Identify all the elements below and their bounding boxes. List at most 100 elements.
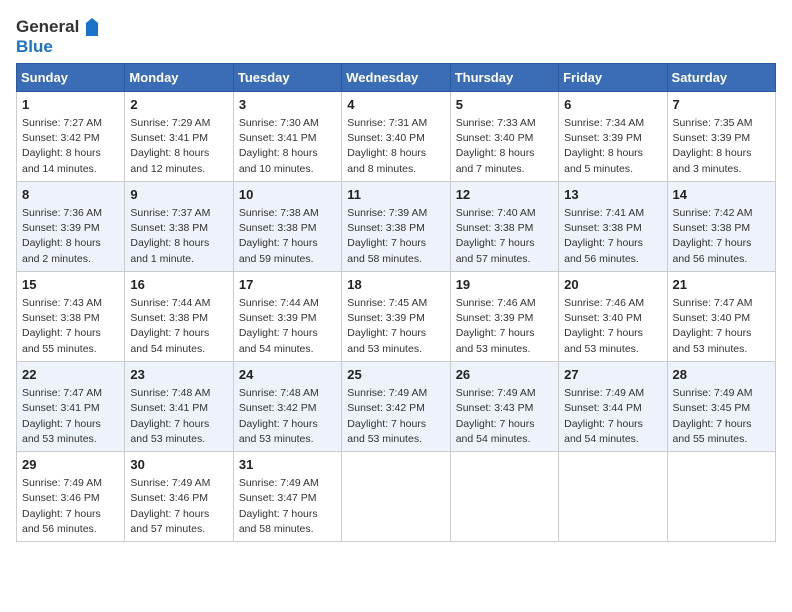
day-info: Sunrise: 7:37 AM Sunset: 3:38 PM Dayligh… <box>130 206 227 267</box>
day-number: 4 <box>347 96 444 114</box>
calendar-day-cell: 24 Sunrise: 7:48 AM Sunset: 3:42 PM Dayl… <box>233 361 341 451</box>
day-info: Sunrise: 7:45 AM Sunset: 3:39 PM Dayligh… <box>347 296 444 357</box>
day-info: Sunrise: 7:46 AM Sunset: 3:39 PM Dayligh… <box>456 296 553 357</box>
day-info: Sunrise: 7:47 AM Sunset: 3:41 PM Dayligh… <box>22 386 119 447</box>
day-info: Sunrise: 7:49 AM Sunset: 3:45 PM Dayligh… <box>673 386 770 447</box>
day-info: Sunrise: 7:49 AM Sunset: 3:46 PM Dayligh… <box>130 476 227 537</box>
day-number: 28 <box>673 366 770 384</box>
calendar-day-cell: 10 Sunrise: 7:38 AM Sunset: 3:38 PM Dayl… <box>233 181 341 271</box>
calendar-day-cell: 18 Sunrise: 7:45 AM Sunset: 3:39 PM Dayl… <box>342 271 450 361</box>
day-info: Sunrise: 7:30 AM Sunset: 3:41 PM Dayligh… <box>239 116 336 177</box>
day-info: Sunrise: 7:43 AM Sunset: 3:38 PM Dayligh… <box>22 296 119 357</box>
calendar-day-cell: 13 Sunrise: 7:41 AM Sunset: 3:38 PM Dayl… <box>559 181 667 271</box>
day-info: Sunrise: 7:29 AM Sunset: 3:41 PM Dayligh… <box>130 116 227 177</box>
day-number: 31 <box>239 456 336 474</box>
calendar-day-cell: 27 Sunrise: 7:49 AM Sunset: 3:44 PM Dayl… <box>559 361 667 451</box>
calendar-day-cell <box>667 451 775 541</box>
day-number: 29 <box>22 456 119 474</box>
calendar-day-cell: 17 Sunrise: 7:44 AM Sunset: 3:39 PM Dayl… <box>233 271 341 361</box>
calendar-day-cell: 9 Sunrise: 7:37 AM Sunset: 3:38 PM Dayli… <box>125 181 233 271</box>
day-number: 27 <box>564 366 661 384</box>
calendar-day-cell: 16 Sunrise: 7:44 AM Sunset: 3:38 PM Dayl… <box>125 271 233 361</box>
calendar-day-cell: 6 Sunrise: 7:34 AM Sunset: 3:39 PM Dayli… <box>559 91 667 181</box>
col-sunday: Sunday <box>17 63 125 91</box>
logo: General Blue <box>16 16 103 57</box>
day-info: Sunrise: 7:49 AM Sunset: 3:46 PM Dayligh… <box>22 476 119 537</box>
col-wednesday: Wednesday <box>342 63 450 91</box>
calendar-day-cell: 20 Sunrise: 7:46 AM Sunset: 3:40 PM Dayl… <box>559 271 667 361</box>
calendar-week-row: 29 Sunrise: 7:49 AM Sunset: 3:46 PM Dayl… <box>17 451 776 541</box>
day-number: 3 <box>239 96 336 114</box>
day-info: Sunrise: 7:35 AM Sunset: 3:39 PM Dayligh… <box>673 116 770 177</box>
day-number: 1 <box>22 96 119 114</box>
calendar-day-cell: 7 Sunrise: 7:35 AM Sunset: 3:39 PM Dayli… <box>667 91 775 181</box>
day-number: 20 <box>564 276 661 294</box>
day-number: 14 <box>673 186 770 204</box>
day-info: Sunrise: 7:36 AM Sunset: 3:39 PM Dayligh… <box>22 206 119 267</box>
day-info: Sunrise: 7:48 AM Sunset: 3:41 PM Dayligh… <box>130 386 227 447</box>
calendar-week-row: 8 Sunrise: 7:36 AM Sunset: 3:39 PM Dayli… <box>17 181 776 271</box>
day-number: 15 <box>22 276 119 294</box>
day-info: Sunrise: 7:46 AM Sunset: 3:40 PM Dayligh… <box>564 296 661 357</box>
calendar-day-cell: 15 Sunrise: 7:43 AM Sunset: 3:38 PM Dayl… <box>17 271 125 361</box>
day-number: 12 <box>456 186 553 204</box>
day-number: 13 <box>564 186 661 204</box>
calendar-day-cell: 3 Sunrise: 7:30 AM Sunset: 3:41 PM Dayli… <box>233 91 341 181</box>
calendar-day-cell: 29 Sunrise: 7:49 AM Sunset: 3:46 PM Dayl… <box>17 451 125 541</box>
calendar-day-cell: 22 Sunrise: 7:47 AM Sunset: 3:41 PM Dayl… <box>17 361 125 451</box>
calendar-day-cell: 5 Sunrise: 7:33 AM Sunset: 3:40 PM Dayli… <box>450 91 558 181</box>
day-info: Sunrise: 7:49 AM Sunset: 3:43 PM Dayligh… <box>456 386 553 447</box>
day-number: 8 <box>22 186 119 204</box>
calendar-day-cell <box>450 451 558 541</box>
day-number: 26 <box>456 366 553 384</box>
calendar-day-cell: 26 Sunrise: 7:49 AM Sunset: 3:43 PM Dayl… <box>450 361 558 451</box>
day-number: 11 <box>347 186 444 204</box>
day-info: Sunrise: 7:44 AM Sunset: 3:38 PM Dayligh… <box>130 296 227 357</box>
calendar-day-cell: 8 Sunrise: 7:36 AM Sunset: 3:39 PM Dayli… <box>17 181 125 271</box>
calendar-day-cell <box>559 451 667 541</box>
day-info: Sunrise: 7:49 AM Sunset: 3:44 PM Dayligh… <box>564 386 661 447</box>
calendar-week-row: 1 Sunrise: 7:27 AM Sunset: 3:42 PM Dayli… <box>17 91 776 181</box>
calendar-day-cell: 4 Sunrise: 7:31 AM Sunset: 3:40 PM Dayli… <box>342 91 450 181</box>
day-info: Sunrise: 7:33 AM Sunset: 3:40 PM Dayligh… <box>456 116 553 177</box>
day-number: 2 <box>130 96 227 114</box>
col-friday: Friday <box>559 63 667 91</box>
calendar-day-cell: 11 Sunrise: 7:39 AM Sunset: 3:38 PM Dayl… <box>342 181 450 271</box>
page-header: General Blue <box>16 16 776 57</box>
day-number: 19 <box>456 276 553 294</box>
calendar-day-cell: 23 Sunrise: 7:48 AM Sunset: 3:41 PM Dayl… <box>125 361 233 451</box>
calendar-header-row: Sunday Monday Tuesday Wednesday Thursday… <box>17 63 776 91</box>
calendar-day-cell: 19 Sunrise: 7:46 AM Sunset: 3:39 PM Dayl… <box>450 271 558 361</box>
calendar-day-cell: 2 Sunrise: 7:29 AM Sunset: 3:41 PM Dayli… <box>125 91 233 181</box>
day-number: 21 <box>673 276 770 294</box>
calendar-day-cell <box>342 451 450 541</box>
logo-arrow-icon <box>81 16 103 38</box>
day-info: Sunrise: 7:49 AM Sunset: 3:42 PM Dayligh… <box>347 386 444 447</box>
day-info: Sunrise: 7:40 AM Sunset: 3:38 PM Dayligh… <box>456 206 553 267</box>
calendar-day-cell: 14 Sunrise: 7:42 AM Sunset: 3:38 PM Dayl… <box>667 181 775 271</box>
calendar-table: Sunday Monday Tuesday Wednesday Thursday… <box>16 63 776 542</box>
day-number: 24 <box>239 366 336 384</box>
day-number: 17 <box>239 276 336 294</box>
day-info: Sunrise: 7:38 AM Sunset: 3:38 PM Dayligh… <box>239 206 336 267</box>
day-info: Sunrise: 7:42 AM Sunset: 3:38 PM Dayligh… <box>673 206 770 267</box>
day-info: Sunrise: 7:39 AM Sunset: 3:38 PM Dayligh… <box>347 206 444 267</box>
day-info: Sunrise: 7:44 AM Sunset: 3:39 PM Dayligh… <box>239 296 336 357</box>
day-info: Sunrise: 7:47 AM Sunset: 3:40 PM Dayligh… <box>673 296 770 357</box>
day-number: 16 <box>130 276 227 294</box>
calendar-day-cell: 28 Sunrise: 7:49 AM Sunset: 3:45 PM Dayl… <box>667 361 775 451</box>
day-number: 9 <box>130 186 227 204</box>
col-thursday: Thursday <box>450 63 558 91</box>
day-number: 18 <box>347 276 444 294</box>
calendar-day-cell: 21 Sunrise: 7:47 AM Sunset: 3:40 PM Dayl… <box>667 271 775 361</box>
day-info: Sunrise: 7:41 AM Sunset: 3:38 PM Dayligh… <box>564 206 661 267</box>
day-info: Sunrise: 7:49 AM Sunset: 3:47 PM Dayligh… <box>239 476 336 537</box>
day-number: 30 <box>130 456 227 474</box>
day-number: 6 <box>564 96 661 114</box>
calendar-day-cell: 1 Sunrise: 7:27 AM Sunset: 3:42 PM Dayli… <box>17 91 125 181</box>
calendar-day-cell: 31 Sunrise: 7:49 AM Sunset: 3:47 PM Dayl… <box>233 451 341 541</box>
calendar-week-row: 15 Sunrise: 7:43 AM Sunset: 3:38 PM Dayl… <box>17 271 776 361</box>
col-saturday: Saturday <box>667 63 775 91</box>
day-info: Sunrise: 7:31 AM Sunset: 3:40 PM Dayligh… <box>347 116 444 177</box>
col-monday: Monday <box>125 63 233 91</box>
